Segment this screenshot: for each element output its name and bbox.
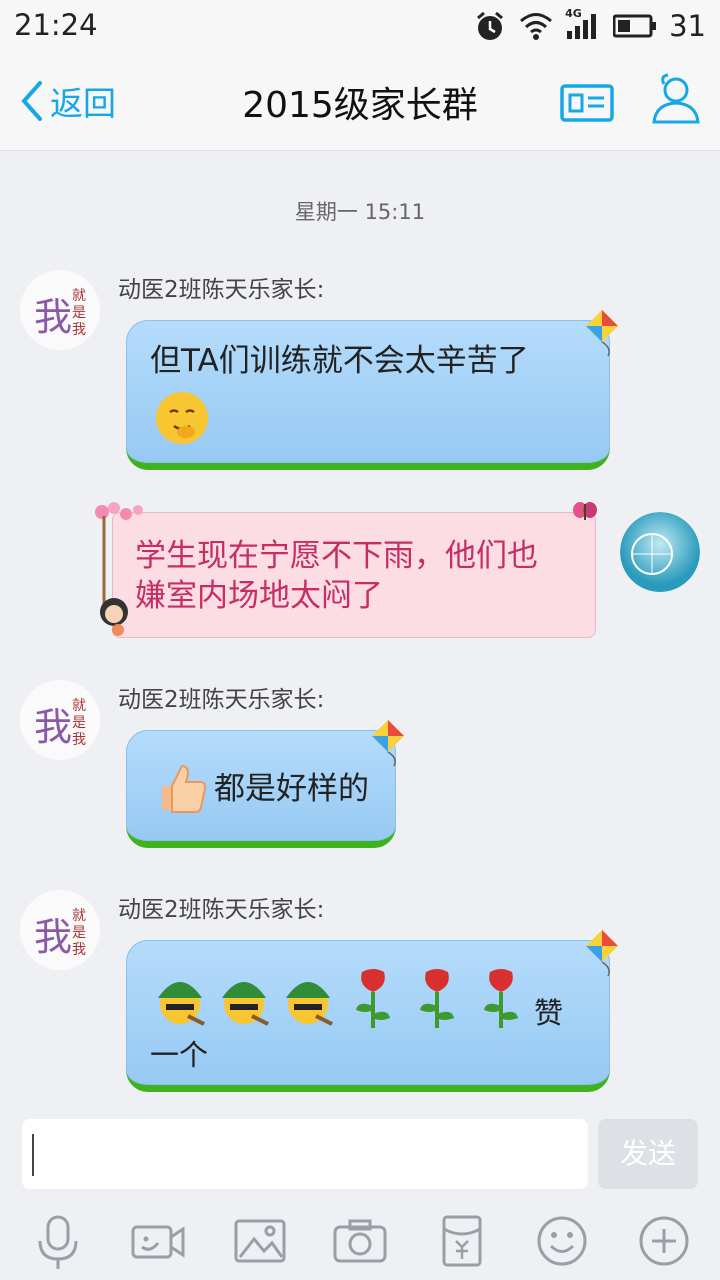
send-button[interactable]: 发送: [598, 1119, 698, 1189]
svg-text:我: 我: [34, 295, 72, 339]
message-bubble[interactable]: 赞 一个: [126, 940, 610, 1092]
red-packet-icon[interactable]: [434, 1213, 490, 1269]
message-row: 我 就 是 我 动医2班陈天乐家长: 但TA们训练就不会太辛苦了: [0, 270, 720, 480]
avatar[interactable]: 我 就 是 我: [20, 270, 100, 350]
text-cursor: [32, 1134, 34, 1176]
svg-text:我: 我: [72, 732, 86, 748]
message-bubble-self[interactable]: 学生现在宁愿不下雨，他们也 嫌室内场地太闷了: [112, 512, 596, 638]
message-text: 都是好样的: [214, 771, 369, 807]
signal-indicator: 4G: [565, 7, 601, 41]
wifi-icon: [520, 13, 553, 40]
message-input-bar: 发送: [0, 1105, 720, 1203]
rose-emoji-icon: [356, 969, 390, 1028]
svg-text:是: 是: [72, 715, 86, 731]
kite-icon: [586, 930, 618, 977]
sender-name: 动医2班陈天乐家长:: [118, 687, 325, 713]
kite-icon: [372, 720, 404, 767]
butterfly-icon: [573, 502, 597, 520]
avatar-image: 我 就 是 我: [20, 270, 100, 350]
avatar-image: 我 就 是 我: [20, 890, 100, 970]
blossom-swing-decoration-icon: [95, 502, 143, 636]
avatar-image: 我 就 是 我: [20, 680, 100, 760]
svg-text:是: 是: [72, 305, 86, 321]
svg-text:我: 我: [72, 942, 86, 958]
status-icons: 4G 31: [473, 7, 706, 44]
message-text-line: 一个: [150, 1038, 209, 1072]
input-toolbar: [0, 1203, 720, 1280]
battery-icon: [613, 14, 657, 38]
avatar-image: [620, 512, 700, 592]
message-timestamp: 星期一 15:11: [294, 200, 426, 224]
message-bubble[interactable]: 但TA们训练就不会太辛苦了: [126, 320, 610, 470]
soldier-emoji-icon: [158, 982, 205, 1026]
camera-icon[interactable]: [332, 1213, 388, 1269]
rose-emoji-icon: [484, 969, 518, 1028]
message-text: 赞: [534, 996, 564, 1030]
alarm-icon: [477, 11, 504, 40]
thumbs-up-emoji-icon: [162, 764, 207, 813]
smirk-emoji-icon: [156, 392, 208, 444]
emoji-icon[interactable]: [534, 1213, 590, 1269]
svg-text:是: 是: [72, 925, 86, 941]
plus-icon[interactable]: [636, 1213, 692, 1269]
battery-level: 31: [669, 9, 706, 43]
svg-text:我: 我: [34, 915, 72, 959]
avatar[interactable]: 我 就 是 我: [20, 890, 100, 970]
svg-text:就: 就: [72, 288, 86, 304]
group-members-icon[interactable]: [646, 70, 704, 128]
message-row: 我 就 是 我 动医2班陈天乐家长: 赞 一个: [0, 890, 720, 1100]
kite-icon: [586, 310, 618, 357]
video-call-icon[interactable]: [130, 1213, 186, 1269]
message-text-line: 嫌室内场地太闷了: [135, 578, 383, 614]
message-row-self: 学生现在宁愿不下雨，他们也 嫌室内场地太闷了: [0, 500, 720, 650]
sender-name: 动医2班陈天乐家长:: [118, 897, 325, 923]
chat-header: 返回 2015级家长群: [0, 52, 720, 151]
svg-text:我: 我: [34, 705, 72, 749]
sender-name: 动医2班陈天乐家长:: [118, 277, 325, 303]
my-avatar[interactable]: [620, 512, 700, 592]
message-text-line: 学生现在宁愿不下雨，他们也: [135, 538, 538, 574]
soldier-emoji-icon: [286, 982, 333, 1026]
rose-emoji-icon: [420, 969, 454, 1028]
svg-text:就: 就: [72, 698, 86, 714]
message-input[interactable]: [22, 1119, 588, 1189]
message-text: 但TA们训练就不会太辛苦了: [150, 343, 529, 379]
group-profile-card-icon[interactable]: [560, 84, 614, 122]
message-bubble[interactable]: 都是好样的: [126, 730, 396, 848]
message-row: 我 就 是 我 动医2班陈天乐家长: 都是好样的: [0, 680, 720, 870]
chat-messages[interactable]: 星期一 15:11 我 就 是 我 动医2班陈天乐家长: 但TA们训练就不会太辛…: [0, 150, 720, 1105]
microphone-icon[interactable]: [30, 1213, 86, 1269]
image-icon[interactable]: [232, 1213, 288, 1269]
soldier-emoji-icon: [222, 982, 269, 1026]
status-time: 21:24: [14, 8, 98, 42]
svg-text:我: 我: [72, 322, 86, 338]
avatar[interactable]: 我 就 是 我: [20, 680, 100, 760]
status-bar: 21:24 4G 31: [0, 0, 720, 52]
signal-icon: [567, 14, 597, 39]
svg-text:就: 就: [72, 908, 86, 924]
